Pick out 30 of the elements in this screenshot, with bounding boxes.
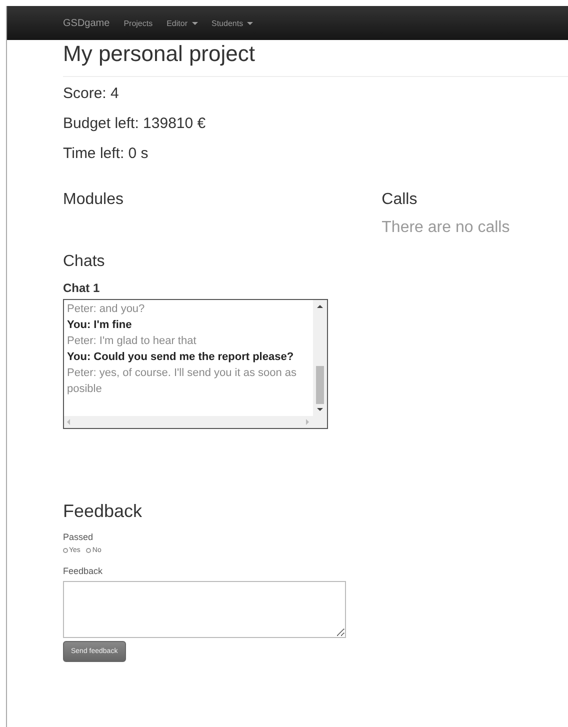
chat-title: Chat 1: [63, 281, 101, 295]
field-label: Passed: [63, 532, 94, 542]
stat-text: Score: 4: [63, 85, 120, 103]
chat-message: Peter: I'm glad to hear that: [67, 334, 198, 349]
horizontal-scrollbar[interactable]: [64, 416, 327, 428]
section-heading: Modules: [63, 191, 124, 209]
nav-link[interactable]: Editor: [166, 18, 198, 28]
scroll-right-icon: [306, 419, 309, 425]
scroll-thumb[interactable]: [316, 366, 324, 404]
chat-message: Peter: and you?: [67, 302, 146, 317]
scroll-up-icon: [317, 305, 323, 308]
scroll-left-icon: [67, 419, 70, 425]
field-label: Feedback: [63, 566, 104, 576]
nav-link[interactable]: Projects: [124, 18, 153, 28]
section-heading: Chats: [63, 253, 106, 271]
empty-message: There are no calls: [382, 219, 511, 237]
chat-box[interactable]: Peter: and you? You: I'm fine Peter: I'm glad to hear that You: Could you send me the report please? Peter: yes, of course. I'll send you it as soon as posible: [63, 299, 328, 429]
chat-message: You: I'm fine: [67, 318, 133, 333]
brand-link[interactable]: GSDgame: [63, 18, 110, 28]
chat-message: You: Could you send me the report please?: [67, 350, 295, 365]
page-title: My personal project: [63, 40, 256, 68]
nav-link[interactable]: Students: [212, 18, 254, 28]
scroll-down-icon: [317, 408, 323, 411]
section-heading: Calls: [382, 191, 418, 209]
chat-message: Peter: yes, of course. I'll send you it as soon as posible: [67, 366, 298, 397]
stat-text: Time left: 0 s: [63, 145, 150, 163]
vertical-scrollbar[interactable]: [313, 300, 327, 416]
feedback-field[interactable]: [63, 581, 346, 638]
stat-text: Budget left: 139810 €: [63, 115, 207, 133]
section-heading: Feedback: [63, 501, 144, 522]
